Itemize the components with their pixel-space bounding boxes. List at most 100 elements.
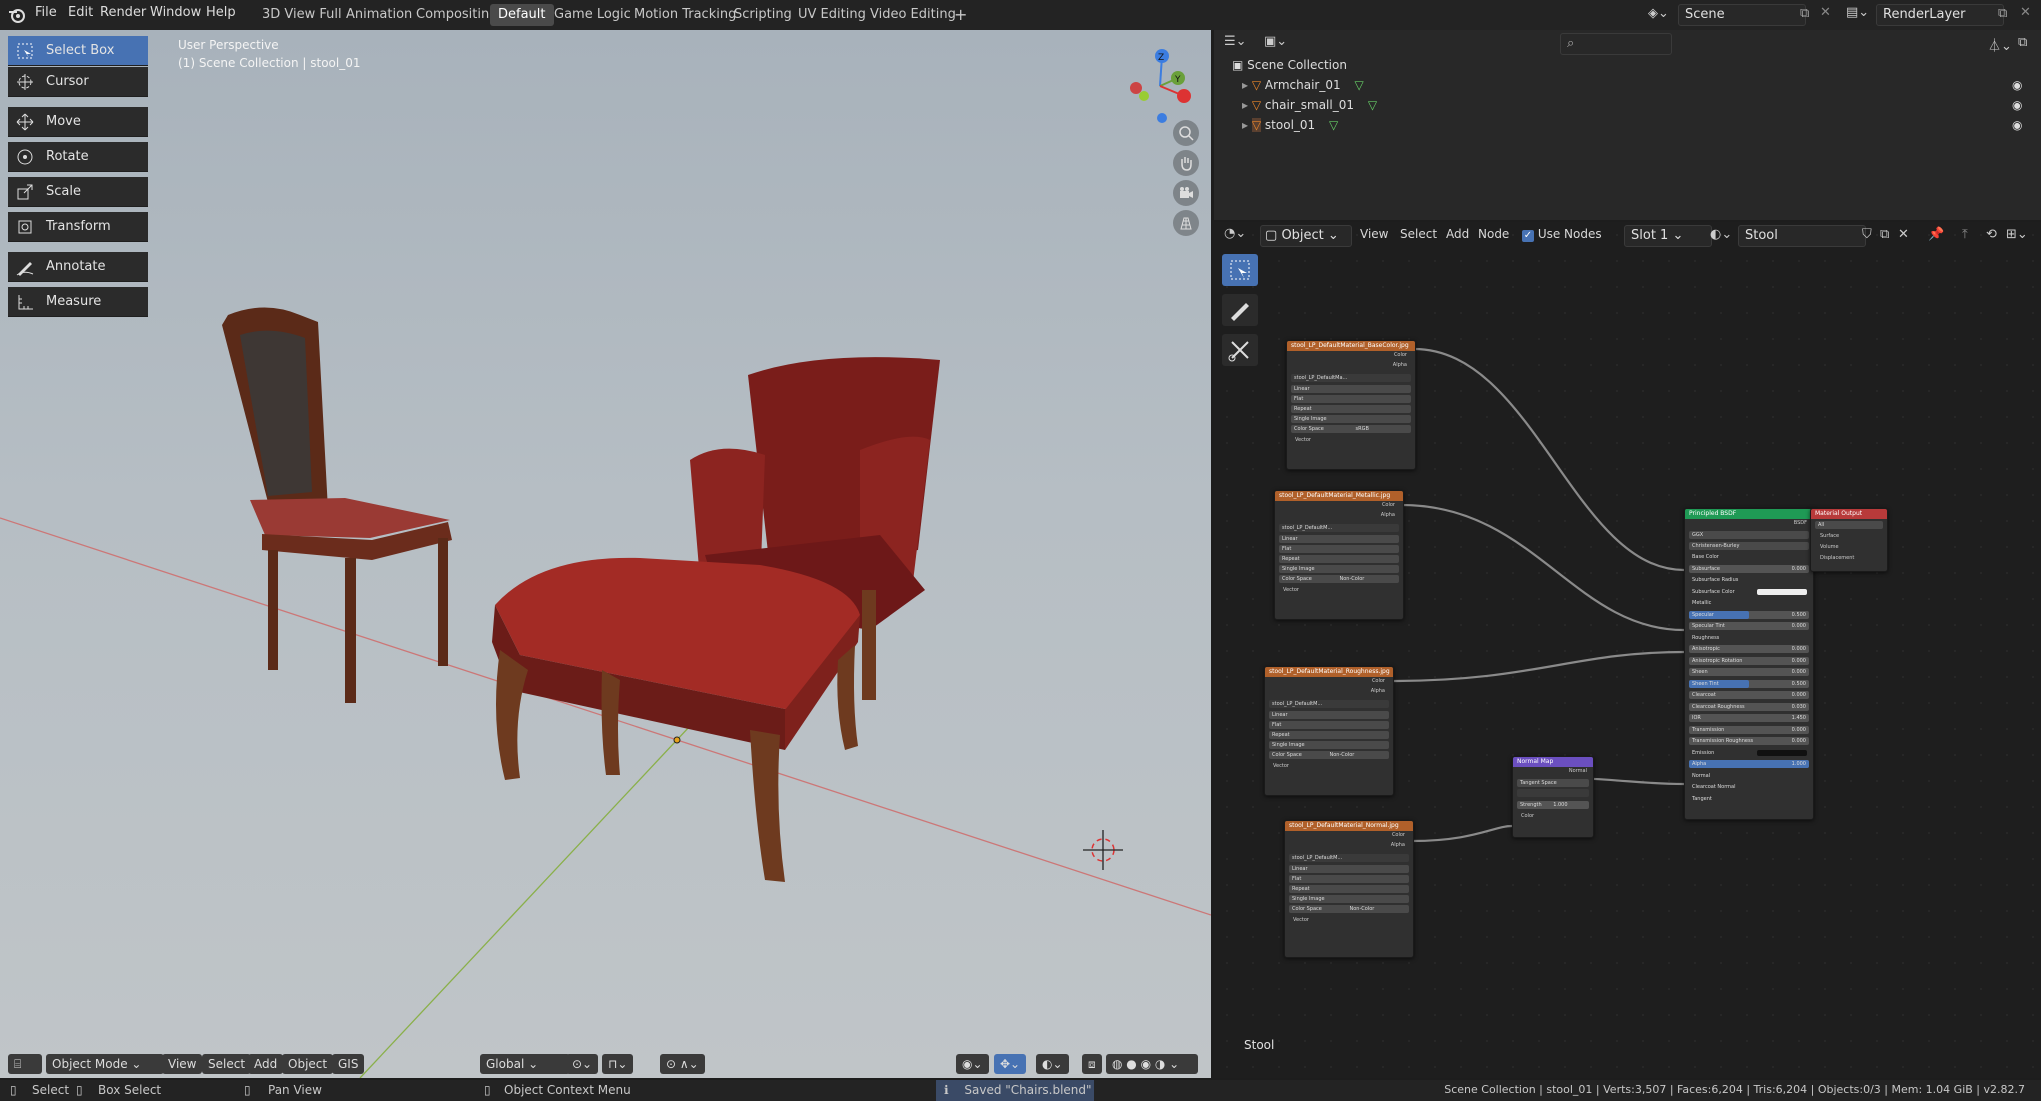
xray-icon[interactable]: ⧈	[1082, 1054, 1102, 1074]
outliner-root[interactable]: ▣ Scene Collection	[1232, 58, 1347, 72]
node-links-cut-tool[interactable]	[1222, 334, 1258, 366]
3d-viewport[interactable]: Select Box Cursor Move Rotate Scale Tran…	[0, 30, 1211, 1078]
bsdf-input-transmission-roughness[interactable]: Transmission Roughness 0.000	[1689, 737, 1809, 745]
zoom-icon[interactable]	[1173, 120, 1199, 146]
image-texture-node-metallic[interactable]: stool_LP_DefaultMaterial_Metallic.jpg Co…	[1274, 490, 1404, 620]
viewport-menu-select[interactable]: Select	[202, 1054, 252, 1074]
bsdf-input-subsurface[interactable]: Subsurface 0.000	[1689, 564, 1809, 573]
tool-cursor[interactable]: Cursor	[8, 67, 148, 97]
bsdf-input-normal[interactable]: Normal	[1689, 772, 1809, 780]
outliner-editor-type-icon[interactable]: ☰⌄	[1224, 34, 1250, 54]
node-menu-select[interactable]: Select	[1400, 227, 1437, 241]
unlink-material-icon[interactable]: ✕	[1898, 227, 1909, 242]
outliner-item-stool[interactable]: ▸ ▽ stool_01 ▽ ◉	[1242, 118, 2032, 132]
pin-icon[interactable]: 📌	[1928, 227, 1944, 242]
proportional-edit-icon[interactable]: ⊙ ∧⌄	[660, 1054, 705, 1074]
color-space-dropdown[interactable]: Color Space Non-Color	[1289, 905, 1409, 913]
perspective-grid-icon[interactable]	[1173, 210, 1199, 236]
node-editor-type-icon[interactable]: ◔⌄	[1224, 226, 1252, 241]
extension-dropdown[interactable]: Repeat	[1279, 555, 1399, 563]
projection-dropdown[interactable]: Flat	[1279, 545, 1399, 553]
bsdf-input-tangent[interactable]: Tangent	[1689, 795, 1809, 803]
tool-transform[interactable]: Transform	[8, 212, 148, 242]
bsdf-input-clearcoat-roughness[interactable]: Clearcoat Roughness 0.030	[1689, 702, 1809, 711]
overlays-icon[interactable]: ◐⌄	[1036, 1054, 1069, 1074]
subsurface-method-dropdown[interactable]: Christensen-Burley	[1689, 542, 1809, 550]
viewport-menu-view[interactable]: View	[162, 1054, 203, 1074]
visibility-eye-icon[interactable]: ◉	[2012, 98, 2022, 112]
editor-type-icon[interactable]: ⌸	[8, 1054, 42, 1074]
bsdf-input-sheen-tint[interactable]: Sheen Tint 0.500	[1689, 679, 1809, 688]
bsdf-input-metallic[interactable]: Metallic	[1689, 599, 1809, 607]
space-dropdown[interactable]: Tangent Space	[1517, 779, 1589, 787]
close-scene-icon[interactable]: ✕	[1820, 5, 1831, 20]
bsdf-input-specular[interactable]: Specular 0.500	[1689, 610, 1809, 619]
source-dropdown[interactable]: Single Image	[1269, 741, 1389, 749]
node-menu-add[interactable]: Add	[1446, 227, 1469, 241]
projection-dropdown[interactable]: Flat	[1291, 395, 1411, 403]
material-browse-icon[interactable]: ◐⌄	[1710, 227, 1732, 242]
color-space-dropdown[interactable]: Color Space sRGB	[1291, 425, 1411, 433]
render-layer-selector[interactable]: RenderLayer	[1876, 4, 2004, 26]
bsdf-input-subsurface-color[interactable]: Subsurface Color	[1689, 588, 1809, 596]
color-space-dropdown[interactable]: Color Space Non-Color	[1269, 751, 1389, 759]
mode-selector[interactable]: Object Mode ⌄	[46, 1054, 164, 1074]
distribution-dropdown[interactable]: GGX	[1689, 531, 1809, 539]
viewport-visibility-icon[interactable]: ◉⌄	[956, 1054, 989, 1074]
bsdf-input-clearcoat-normal[interactable]: Clearcoat Normal	[1689, 783, 1809, 791]
tab-game-logic[interactable]: Game Logic	[546, 4, 639, 26]
projection-dropdown[interactable]: Flat	[1269, 721, 1389, 729]
tool-select-box[interactable]: Select Box	[8, 36, 148, 66]
bsdf-input-ior[interactable]: IOR 1.450	[1689, 714, 1809, 722]
bsdf-input-anisotropic-rotation[interactable]: Anisotropic Rotation 0.000	[1689, 656, 1809, 665]
snap-toggle-icon[interactable]: ⟲	[1986, 227, 1997, 242]
material-output-node[interactable]: Material Output All Surface Volume Displ…	[1810, 508, 1888, 572]
bsdf-input-transmission[interactable]: Transmission 0.000	[1689, 725, 1809, 734]
color-swatch[interactable]	[1757, 588, 1807, 595]
new-collection-icon[interactable]: ⧉	[2018, 35, 2027, 50]
parent-node-tree-icon[interactable]: ⤒	[1962, 227, 1968, 242]
shader-type-selector[interactable]: ▢ Object ⌄	[1260, 225, 1352, 247]
principled-bsdf-node[interactable]: Principled BSDF BSDF GGX Christensen-Bur…	[1684, 508, 1814, 820]
bsdf-input-base-color[interactable]: Base Color	[1689, 553, 1809, 561]
strength-field[interactable]: Strength 1.000	[1517, 801, 1589, 809]
navigation-gizmo[interactable]: Z Y	[1120, 38, 1200, 128]
normal-map-node[interactable]: Normal Map Normal Tangent Space Strength…	[1512, 756, 1594, 838]
transform-orientation-selector[interactable]: Global ⌄	[480, 1054, 570, 1074]
display-mode-icon[interactable]: ▣⌄	[1264, 34, 1290, 54]
menu-help[interactable]: Help	[206, 5, 236, 20]
source-dropdown[interactable]: Single Image	[1291, 415, 1411, 423]
pan-hand-icon[interactable]	[1173, 150, 1199, 176]
image-selector[interactable]: stool_LP_DefaultM...	[1269, 700, 1389, 708]
source-dropdown[interactable]: Single Image	[1279, 565, 1399, 573]
render-layer-icon[interactable]: ▤⌄	[1846, 5, 1869, 20]
gizmo-toggle-icon[interactable]: ✥⌄	[994, 1054, 1027, 1074]
scene-selector[interactable]: Scene	[1678, 4, 1806, 26]
node-menu-node[interactable]: Node	[1478, 227, 1509, 241]
new-scene-icon[interactable]: ⧉	[1800, 6, 1809, 21]
snap-icon[interactable]: ⊓⌄	[602, 1054, 634, 1074]
bsdf-input-sheen[interactable]: Sheen 0.000	[1689, 668, 1809, 676]
bsdf-input-subsurface-radius[interactable]: Subsurface Radius	[1689, 576, 1809, 584]
use-nodes-toggle[interactable]: ✓ Use Nodes	[1522, 227, 1602, 242]
tab-3d-view-full[interactable]: 3D View Full	[254, 4, 350, 26]
add-workspace-icon[interactable]: +	[946, 4, 975, 26]
tool-rotate[interactable]: Rotate	[8, 142, 148, 172]
bsdf-input-anisotropic[interactable]: Anisotropic 0.000	[1689, 645, 1809, 653]
bsdf-input-roughness[interactable]: Roughness	[1689, 634, 1809, 642]
image-texture-node-normal[interactable]: stool_LP_DefaultMaterial_Normal.jpg Colo…	[1284, 820, 1414, 958]
fake-user-icon[interactable]: ⛉	[1862, 227, 1872, 242]
outliner-item-chair-small[interactable]: ▸ ▽ chair_small_01 ▽ ◉	[1242, 98, 2032, 112]
tool-measure[interactable]: Measure	[8, 287, 148, 317]
bsdf-input-emission[interactable]: Emission	[1689, 749, 1809, 757]
filter-icon[interactable]: ⏃⌄	[1988, 35, 2012, 54]
menu-window[interactable]: Window	[150, 5, 201, 20]
node-select-tool[interactable]	[1222, 254, 1258, 286]
shading-mode-buttons[interactable]: ◍ ● ◉ ◑ ⌄	[1106, 1054, 1198, 1074]
visibility-eye-icon[interactable]: ◉	[2012, 118, 2022, 132]
pivot-point-icon[interactable]: ⊙⌄	[566, 1054, 599, 1074]
target-dropdown[interactable]: All	[1815, 521, 1883, 529]
extension-dropdown[interactable]: Repeat	[1269, 731, 1389, 739]
viewport-menu-object[interactable]: Object	[282, 1054, 334, 1074]
outliner-search-input[interactable]: ⌕	[1560, 33, 1672, 55]
